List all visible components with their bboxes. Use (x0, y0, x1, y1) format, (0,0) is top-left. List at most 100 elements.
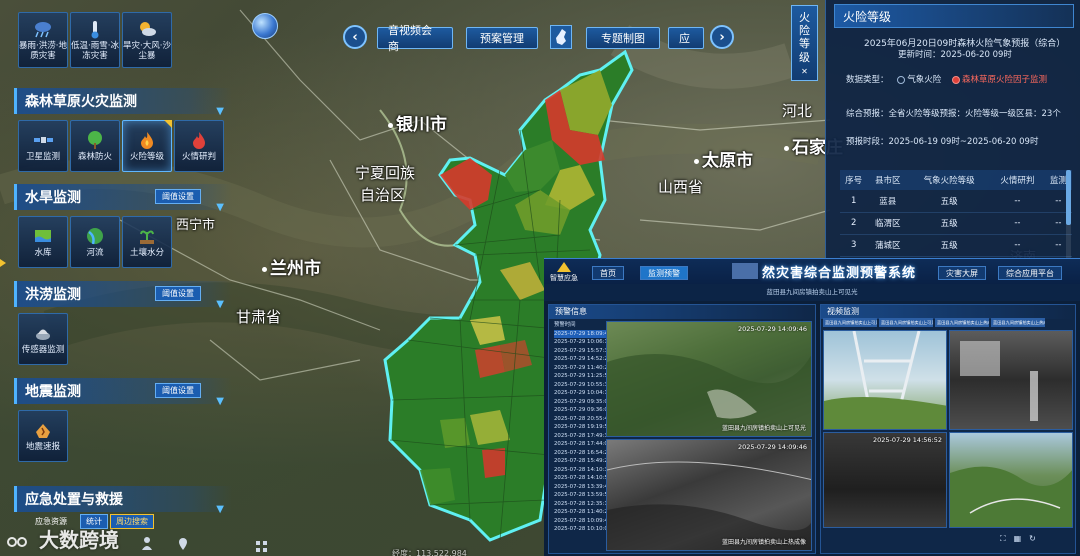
list-item[interactable]: 2025-07-29 18:09:49 (554, 329, 612, 338)
alert-time-list: 预警时间 2025-07-29 18:09:49 2025-07-29 10:0… (554, 322, 612, 534)
list-item[interactable]: 2025-07-29 15:57:36 (554, 347, 611, 356)
tile-sensor[interactable]: 传感器监测 (18, 313, 68, 365)
radio-weather-fire[interactable] (897, 75, 906, 84)
region-label-ningxia-2: 自治区 (360, 186, 406, 204)
list-item[interactable]: 2025-07-28 13:39:45 (554, 483, 611, 492)
camera-feed-thermal[interactable]: 2025-07-29 14:09:46 蓝田县九间房镇拍卖山上热成像 (606, 439, 812, 551)
list-item[interactable]: 2025-07-29 11:25:53 (554, 372, 611, 381)
fire-risk-panel: 火险等级 2025年06月20日09时森林火险气象预报（综合） 更新时间：202… (825, 0, 1080, 268)
nav-prev-icon[interactable]: ‹ (343, 25, 367, 49)
grid-menu-icon[interactable] (256, 538, 268, 552)
fullscreen-icon[interactable]: ⛶ (1000, 534, 1006, 544)
chevron-down-icon[interactable]: ▼ (216, 504, 224, 515)
tile-forest-fireproof[interactable]: 森林防火 (70, 120, 120, 172)
tile-rain-flood-geo[interactable]: 暴雨·洪涝·地质灾害 (18, 12, 68, 68)
table-row[interactable]: 3 蒲城区 五级 -- -- (840, 234, 1072, 257)
left-edge-handle-icon[interactable] (0, 252, 6, 267)
earthquake-header: 地震监测 阈值设置 ▼ (14, 378, 232, 407)
chevron-down-icon[interactable]: ▼ (216, 202, 224, 213)
city-label-yinchuan: 银川市 (388, 110, 447, 135)
monitor-tab-disaster-screen[interactable]: 灾害大屏 (938, 266, 986, 280)
chevron-down-icon[interactable]: ▼ (216, 396, 224, 407)
list-item[interactable]: 2025-07-29 09:36:07 (554, 406, 611, 415)
camera-tab-3[interactable]: 蓝田县九间房镇拍卖山上热成像 (935, 318, 989, 327)
drought-threshold-button[interactable]: 阈值设置 (155, 189, 201, 204)
list-item[interactable]: 2025-07-29 14:52:24 (554, 355, 611, 364)
chevron-down-icon[interactable]: ▼ (216, 106, 224, 117)
list-item[interactable]: 2025-07-28 13:59:54 (554, 491, 611, 500)
chevron-down-icon[interactable]: ▼ (216, 299, 224, 310)
camera-tab-2[interactable]: 蓝田县九间房镇拍卖山上可见光 (879, 318, 933, 327)
alert-info-title: 预警信息 (549, 305, 815, 319)
list-item[interactable]: 2025-07-28 14:10:57 (554, 474, 611, 483)
watermark-logo: 大数跨境 (6, 524, 119, 553)
forest-fire-header: 森林草原火灾监测 ▼ (14, 88, 232, 117)
fire-risk-vertical-tab[interactable]: 火 险 等 级 ✕ (791, 5, 818, 81)
globe-icon[interactable] (252, 13, 278, 39)
tile-fire-analysis[interactable]: 火情研判 (174, 120, 224, 172)
camera-grid-2[interactable] (949, 330, 1073, 430)
province-map-icon[interactable] (550, 25, 572, 49)
monitor-tab-platform[interactable]: 综合应用平台 (998, 266, 1062, 280)
list-item[interactable]: 2025-07-28 14:10:37 (554, 466, 611, 475)
flood-threshold-button[interactable]: 阈值设置 (155, 286, 201, 301)
tree-icon (84, 130, 106, 150)
tile-fire-risk-level[interactable]: 火险等级 (122, 120, 172, 172)
tile-drought-wind-dust[interactable]: 旱灾·大风·沙尘暴 (122, 12, 172, 68)
monitor-tab-home[interactable]: 首页 (592, 266, 624, 280)
list-item[interactable]: 2025-07-28 11:40:28 (554, 508, 611, 517)
collapse-icon[interactable]: ✕ (801, 67, 808, 77)
person-icon[interactable] (140, 535, 154, 550)
sun-cloud-icon (136, 19, 158, 39)
refresh-icon[interactable]: ↻ (1029, 534, 1036, 544)
list-item[interactable]: 2025-07-28 19:19:57 (554, 423, 611, 432)
tile-reservoir[interactable]: 水库 (18, 216, 68, 268)
earthquake-threshold-button[interactable]: 阈值设置 (155, 383, 201, 398)
list-item[interactable]: 2025-07-29 10:04:16 (554, 389, 611, 398)
tile-river[interactable]: 河流 (70, 216, 120, 268)
list-item[interactable]: 2025-07-29 09:35:07 (554, 398, 611, 407)
list-item[interactable]: 2025-07-28 12:35:10 (554, 500, 611, 509)
camera-grid-4[interactable] (949, 432, 1073, 528)
city-label-taiyuan: 太原市 (694, 146, 753, 171)
list-item[interactable]: 2025-07-28 10:10:09 (554, 525, 611, 534)
location-pin-icon[interactable] (176, 536, 190, 550)
tab-av-meeting[interactable]: 音视频会商 (377, 24, 453, 53)
list-item[interactable]: 2025-07-28 20:55:42 (554, 415, 611, 424)
radio-factor-monitor[interactable] (951, 75, 960, 84)
tile-cold-snow-ice[interactable]: 低温·雨雪·冰冻灾害 (70, 12, 120, 68)
tab-more[interactable]: 应 (668, 27, 704, 49)
tile-soil-moisture[interactable]: 土壤水分 (122, 216, 172, 268)
grid-layout-icon[interactable]: ▦ (1014, 534, 1022, 544)
nav-next-icon[interactable]: › (710, 25, 734, 49)
list-item[interactable]: 2025-07-29 11:40:21 (554, 364, 611, 373)
monitor-subtitle: 蓝田县九间房镇拍卖山上可见光 (544, 284, 1080, 301)
list-item[interactable]: 2025-07-28 15:49:24 (554, 457, 611, 466)
camera-tab-1[interactable]: 蓝田县九间房镇拍卖山上可见光 (823, 318, 877, 327)
blurred-region (732, 263, 758, 279)
camera-grid-1[interactable] (823, 330, 947, 430)
tab-thematic-map[interactable]: 专题制图 (586, 27, 660, 49)
table-row[interactable]: 1 蓝县 五级 -- -- (840, 190, 1072, 213)
monitor-logo: 智慧应急 (550, 262, 578, 282)
camera-tab-4[interactable]: 蓝田县九间房镇拍卖山上热成像 (991, 318, 1045, 327)
table-row[interactable]: 2 临渭区 五级 -- -- (840, 212, 1072, 235)
tab-plan-management[interactable]: 预案管理 (466, 27, 538, 49)
list-item[interactable]: 2025-07-29 10:55:38 (554, 381, 611, 390)
data-type-row: 数据类型： 气象火险 森林草原火险因子监测 (846, 75, 1047, 85)
risk-table-scrollbar[interactable] (1066, 170, 1071, 260)
camera-feed-visible[interactable]: 2025-07-29 14:09:46 蓝田县九间房镇拍卖山上可见光 (606, 321, 812, 437)
camera-grid-3[interactable]: 2025-07-29 14:56:52 (823, 432, 947, 528)
list-item[interactable]: 2025-07-29 10:06:12 (554, 338, 611, 347)
fire-icon (136, 130, 158, 150)
tile-satellite[interactable]: 卫星监测 (18, 120, 68, 172)
list-item[interactable]: 2025-07-28 16:54:24 (554, 449, 611, 458)
city-label-lanzhou: 兰州市 (262, 254, 321, 279)
tile-earthquake-report[interactable]: 地震速报 (18, 410, 68, 462)
list-item[interactable]: 2025-07-28 17:49:36 (554, 432, 611, 441)
video-monitor-title: 视频监测 (821, 305, 1075, 319)
monitor-tab-warning[interactable]: 监测预警 (640, 266, 688, 280)
list-item[interactable]: 2025-07-28 17:44:01 (554, 440, 611, 449)
reservoir-icon (32, 226, 54, 246)
list-item[interactable]: 2025-07-28 10:09:44 (554, 517, 611, 526)
